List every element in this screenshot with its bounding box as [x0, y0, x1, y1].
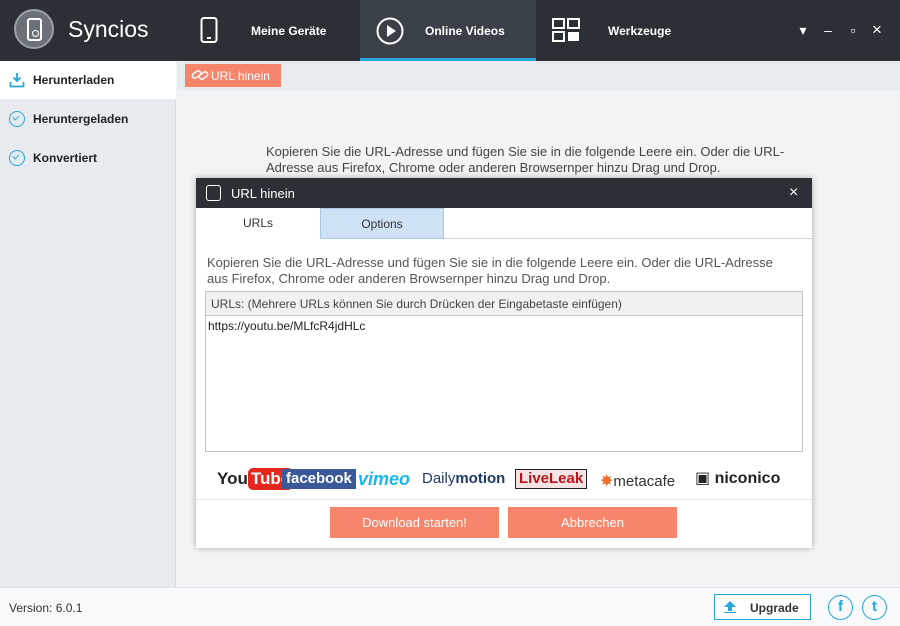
- niconico-logo-text: niconico: [714, 470, 781, 487]
- device-icon: [206, 185, 221, 201]
- vimeo-logo: vimeo: [358, 469, 411, 489]
- metacafe-logo: ✸metacafe: [600, 471, 675, 493]
- tab-divider: [444, 238, 812, 239]
- metacafe-star-icon: ✸: [600, 473, 614, 490]
- dailymotion-logo: Dailymotion: [422, 468, 505, 490]
- tab-werkzeuge[interactable]: Werkzeuge: [536, 0, 710, 61]
- phone-icon: [200, 17, 218, 43]
- tab-online-videos[interactable]: Online Videos: [360, 0, 536, 61]
- youtube-logo-you: You: [217, 469, 248, 488]
- url-box-header: URLs: (Mehrere URLs können Sie durch Drü…: [206, 292, 802, 316]
- upgrade-label: Upgrade: [750, 601, 799, 615]
- download-start-button[interactable]: Download starten!: [330, 507, 499, 538]
- sidebar: Herunterladen Heruntergeladen Konvertier…: [0, 61, 176, 587]
- tab-label: Werkzeuge: [608, 24, 672, 38]
- supported-sites-logos: You Tube facebook vimeo Dailymotion LiveL…: [196, 464, 812, 494]
- upgrade-button[interactable]: Upgrade: [714, 594, 811, 620]
- dialog-footer-divider: [196, 499, 812, 500]
- device-logo-icon: [27, 18, 42, 41]
- top-bar: Syncios Meine Geräte Online Videos Werkz…: [0, 0, 900, 61]
- niconico-logo: ▣ niconico: [695, 468, 780, 490]
- tab-options[interactable]: Options: [320, 208, 444, 239]
- sidebar-item-label: Herunterladen: [33, 73, 115, 87]
- url-textarea[interactable]: https://youtu.be/MLfcR4jdHLc: [207, 317, 801, 450]
- version-label: Version: 6.0.1: [9, 601, 83, 615]
- url-dialog: URL hinein × URLs Options Kopieren Sie d…: [196, 178, 812, 548]
- metacafe-logo-text: metacafe: [613, 473, 676, 490]
- dailymotion-logo-motion: motion: [455, 470, 506, 487]
- url-box-header-label: URLs: (Mehrere URLs können Sie durch Drü…: [211, 297, 622, 311]
- dialog-title: URL hinein: [231, 186, 295, 201]
- close-button[interactable]: ×: [869, 21, 885, 38]
- download-icon: [9, 73, 25, 88]
- menu-dropdown-icon[interactable]: ▾: [795, 22, 811, 38]
- sidebar-item-heruntergeladen[interactable]: Heruntergeladen: [0, 100, 176, 138]
- liveleak-logo: LiveLeak: [515, 469, 588, 489]
- status-bar: Version: 6.0.1 Upgrade f t: [0, 587, 900, 626]
- background-instructions: Kopieren Sie die URL-Adresse und fügen S…: [266, 144, 785, 175]
- url-button-label: URL hinein: [211, 69, 270, 83]
- tab-label: Meine Geräte: [251, 24, 327, 38]
- grid-icon: [552, 18, 580, 42]
- app-title: Syncios: [68, 16, 149, 42]
- tab-urls[interactable]: URLs: [196, 208, 320, 239]
- minimize-button[interactable]: –: [820, 22, 836, 38]
- syncios-logo: [14, 9, 54, 49]
- facebook-logo: facebook: [282, 469, 356, 489]
- dialog-header: URL hinein ×: [196, 178, 812, 208]
- check-circle-icon: [9, 150, 25, 166]
- dialog-close-icon[interactable]: ×: [789, 184, 798, 202]
- maximize-button[interactable]: ▫: [845, 22, 861, 38]
- tab-label: Online Videos: [425, 24, 505, 38]
- dailymotion-logo-daily: Daily: [422, 470, 456, 487]
- sidebar-item-konvertiert[interactable]: Konvertiert: [0, 139, 176, 177]
- url-box: URLs: (Mehrere URLs können Sie durch Drü…: [205, 291, 803, 452]
- facebook-icon[interactable]: f: [828, 595, 853, 620]
- url-hinein-button[interactable]: URL hinein: [185, 64, 281, 87]
- link-icon: [191, 70, 209, 80]
- upload-arrow-icon: [724, 601, 736, 613]
- twitter-icon[interactable]: t: [862, 595, 887, 620]
- niconico-tv-icon: ▣: [695, 470, 715, 487]
- dialog-instructions: Kopieren Sie die URL-Adresse und fügen S…: [207, 255, 773, 286]
- toolbar: URL hinein: [177, 61, 900, 90]
- sidebar-item-herunterladen[interactable]: Herunterladen: [0, 61, 176, 99]
- sidebar-item-label: Konvertiert: [33, 151, 98, 165]
- check-circle-icon: [9, 111, 25, 127]
- cancel-button[interactable]: Abbrechen: [508, 507, 677, 538]
- sidebar-item-label: Heruntergeladen: [33, 112, 129, 126]
- tab-meine-geraete[interactable]: Meine Geräte: [186, 0, 360, 61]
- play-icon: [376, 17, 404, 45]
